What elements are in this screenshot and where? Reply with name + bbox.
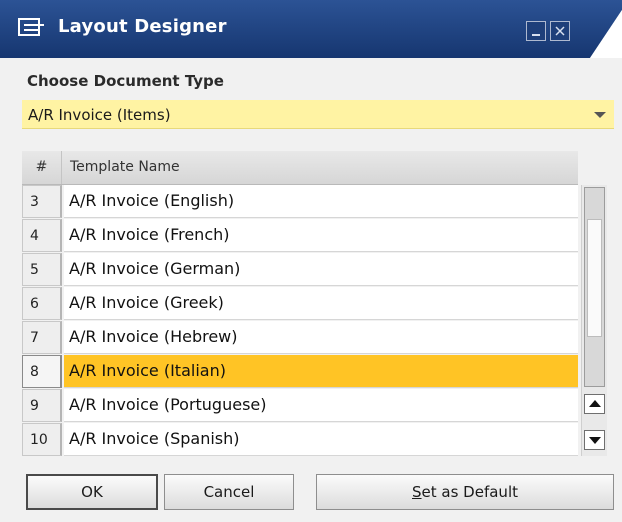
minimize-icon [532, 34, 540, 36]
cancel-button[interactable]: Cancel [164, 474, 294, 510]
template-name-cell[interactable]: A/R Invoice (German) [64, 253, 578, 286]
close-button[interactable] [550, 21, 570, 41]
minimize-button[interactable] [526, 21, 546, 41]
chevron-down-icon [594, 112, 606, 118]
layout-designer-icon [18, 18, 44, 36]
arrow-down-icon [589, 437, 601, 444]
document-type-value: A/R Invoice (Items) [28, 106, 171, 124]
column-header-template-name[interactable]: Template Name [70, 151, 180, 184]
title-bar[interactable]: Layout Designer [0, 0, 622, 58]
table-row[interactable]: 4 A/R Invoice (French) [22, 219, 580, 253]
scroll-up-button[interactable] [584, 394, 605, 414]
row-number[interactable]: 3 [22, 185, 62, 218]
template-name-cell[interactable]: A/R Invoice (Italian) [64, 355, 578, 388]
template-name-cell[interactable]: A/R Invoice (Hebrew) [64, 321, 578, 354]
template-name-cell[interactable]: A/R Invoice (French) [64, 219, 578, 252]
table-row[interactable]: 5 A/R Invoice (German) [22, 253, 580, 287]
table-row[interactable]: 6 A/R Invoice (Greek) [22, 287, 580, 321]
vertical-scrollbar[interactable] [581, 185, 607, 456]
ok-button[interactable]: OK [26, 474, 158, 510]
template-name-cell[interactable]: A/R Invoice (Greek) [64, 287, 578, 320]
row-number[interactable]: 10 [22, 423, 62, 456]
template-name-cell[interactable]: A/R Invoice (English) [64, 185, 578, 218]
scroll-down-button[interactable] [584, 430, 605, 450]
row-number[interactable]: 4 [22, 219, 62, 252]
arrow-up-icon [589, 400, 601, 407]
row-number[interactable]: 8 [22, 355, 62, 388]
table-row[interactable]: 9 A/R Invoice (Portuguese) [22, 389, 580, 423]
template-grid: # Template Name 3 A/R Invoice (English) … [22, 151, 614, 456]
scrollbar-thumb[interactable] [587, 219, 602, 337]
document-type-label: Choose Document Type [27, 72, 224, 90]
table-row[interactable]: 7 A/R Invoice (Hebrew) [22, 321, 580, 355]
table-row[interactable]: 3 A/R Invoice (English) [22, 185, 580, 219]
row-number[interactable]: 7 [22, 321, 62, 354]
grid-header: # Template Name [22, 151, 578, 185]
set-as-default-label: et as Default [421, 483, 518, 501]
row-number[interactable]: 5 [22, 253, 62, 286]
window-title: Layout Designer [58, 16, 227, 37]
column-header-number[interactable]: # [22, 151, 62, 184]
table-row-selected[interactable]: 8 A/R Invoice (Italian) [22, 355, 580, 389]
row-number[interactable]: 9 [22, 389, 62, 422]
table-row[interactable]: 10 A/R Invoice (Spanish) [22, 423, 580, 457]
template-name-cell[interactable]: A/R Invoice (Portuguese) [64, 389, 578, 422]
layout-designer-window: Layout Designer Choose Document Type A/R… [0, 0, 622, 522]
row-number[interactable]: 6 [22, 287, 62, 320]
set-as-default-button[interactable]: Set as Default [316, 474, 614, 510]
set-as-default-mnemonic: S [412, 483, 422, 501]
close-icon [555, 26, 565, 36]
template-name-cell[interactable]: A/R Invoice (Spanish) [64, 423, 578, 456]
document-type-dropdown[interactable]: A/R Invoice (Items) [22, 100, 614, 129]
